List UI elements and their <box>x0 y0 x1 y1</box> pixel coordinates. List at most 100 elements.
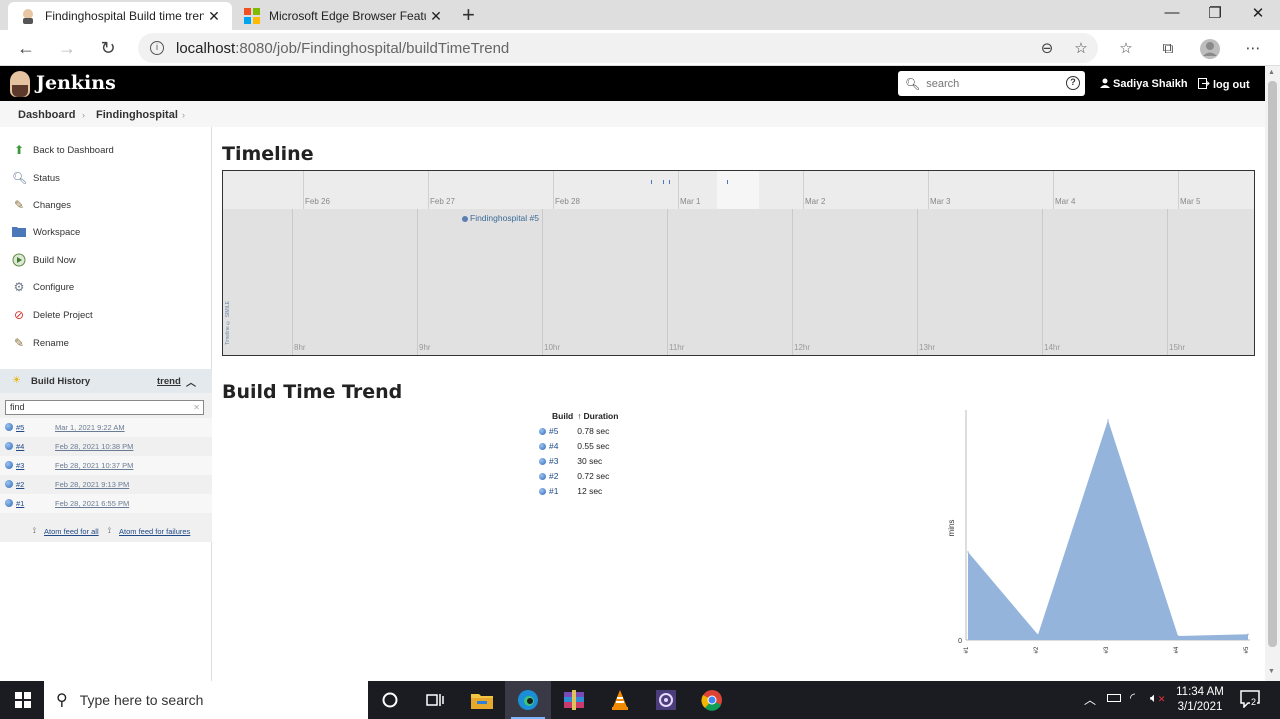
sidebar-item-build-now[interactable]: Build Now <box>12 252 76 268</box>
duration-cell: 30 sec <box>577 455 603 466</box>
zoom-icon[interactable]: ⊖ <box>1036 38 1058 60</box>
collections-icon[interactable]: ⧉ <box>1157 38 1179 60</box>
taskbar-search-box[interactable]: ⚲ Type here to search <box>44 681 368 719</box>
timeline-hour-label: 12hr <box>794 343 811 352</box>
help-icon[interactable]: ? <box>1066 76 1080 90</box>
timeline-day-tick <box>1053 171 1054 209</box>
x-tick-label: #1 <box>964 646 970 653</box>
vlc-icon[interactable] <box>597 681 643 719</box>
logout-link[interactable]: log out <box>1198 78 1250 91</box>
forward-button[interactable]: → <box>55 36 79 60</box>
duration-cell: 0.55 sec <box>577 440 610 451</box>
timeline-hour-line <box>417 209 418 355</box>
address-bar[interactable]: i localhost:8080/job/Findinghospital/bui… <box>138 33 1098 63</box>
refresh-button[interactable]: ↻ <box>96 36 120 60</box>
clear-filter-icon[interactable]: ✕ <box>193 401 200 414</box>
sidebar-item-back-to-dashboard[interactable]: ⬆ Back to Dashboard <box>12 142 114 158</box>
magnifier-icon: 🔍︎ <box>12 171 28 185</box>
atom-feeds: ⟟ Atom feed for all ⟟ Atom feed for fail… <box>0 519 212 542</box>
breadcrumb-findinghospital[interactable]: Findinghospital <box>96 109 178 121</box>
edge-browser-icon[interactable] <box>505 681 551 719</box>
timeline-event-build-5[interactable]: Findinghospital #5 <box>462 213 539 223</box>
column-header-build[interactable]: Build <box>539 411 575 422</box>
back-button[interactable]: ← <box>14 36 38 60</box>
close-tab-icon[interactable]: ✕ <box>204 8 224 25</box>
cortana-icon[interactable] <box>367 681 413 719</box>
volume-muted-icon[interactable]: 🔈︎✕ <box>1150 690 1165 706</box>
system-clock[interactable]: 11:34 AM 3/1/2021 <box>1170 685 1230 715</box>
timeline-day-tick <box>678 171 679 209</box>
build-history-row[interactable]: #5 Mar 1, 2021 9:22 AM <box>0 418 212 437</box>
sidebar-item-delete-project[interactable]: ⊘ Delete Project <box>12 307 93 323</box>
table-row: #1 12 sec <box>539 484 620 497</box>
build-duration-table: Build ↑ Duration #5 0.78 sec #4 0.55 sec … <box>537 409 622 499</box>
build-history-row[interactable]: #1 Feb 28, 2021 6:55 PM <box>0 494 212 513</box>
breadcrumb-separator-icon[interactable]: › <box>182 110 185 120</box>
restore-window-button[interactable]: ❐ <box>1200 4 1230 22</box>
site-info-icon[interactable]: i <box>150 41 164 55</box>
jenkins-title[interactable]: Jenkins <box>36 72 116 94</box>
chrome-icon[interactable] <box>689 681 735 719</box>
table-row: #4 0.55 sec <box>539 439 620 452</box>
scroll-down-icon[interactable]: ▼ <box>1268 668 1275 675</box>
build-history-row[interactable]: #2 Feb 28, 2021 9:13 PM <box>0 475 212 494</box>
battery-icon[interactable] <box>1107 694 1121 702</box>
close-tab-icon[interactable]: ✕ <box>426 8 446 25</box>
sidebar-item-changes[interactable]: ✎ Changes <box>12 197 71 213</box>
sidebar-item-workspace[interactable]: Workspace <box>12 224 80 240</box>
build-link[interactable]: #4 <box>549 441 558 451</box>
atom-feed-all-link[interactable]: Atom feed for all <box>44 527 99 536</box>
x-tick-label: #3 <box>1104 646 1110 653</box>
close-window-button[interactable]: ✕ <box>1243 4 1273 22</box>
sidebar-item-rename[interactable]: ✎ Rename <box>12 335 69 351</box>
minimize-window-button[interactable]: — <box>1157 4 1187 21</box>
page-scrollbar[interactable]: ▲ ▼ <box>1265 66 1280 681</box>
build-link[interactable]: #1 <box>549 486 558 496</box>
start-button[interactable] <box>0 681 46 719</box>
atom-feed-failures-link[interactable]: Atom feed for failures <box>119 527 190 536</box>
notepad-icon: ✎ <box>13 336 25 350</box>
new-tab-button[interactable]: + <box>462 4 475 26</box>
notifications-icon[interactable]: 2 <box>1240 690 1260 709</box>
jenkins-logo-icon[interactable] <box>10 71 30 97</box>
more-options-icon[interactable]: ⋯ <box>1242 38 1264 60</box>
timeline-widget[interactable]: Feb 26 Feb 27 Feb 28 Mar 1 Mar 2 Mar 3 M… <box>222 170 1255 356</box>
blue-ball-status-icon <box>5 480 13 488</box>
build-history-title: Build History <box>31 376 91 387</box>
column-header-duration[interactable]: ↑ Duration <box>577 411 620 422</box>
scroll-up-icon[interactable]: ▲ <box>1268 69 1275 76</box>
network-icon[interactable]: ◜ <box>1130 690 1135 706</box>
tab-build-time-trend[interactable]: Findinghospital Build time trend ✕ <box>8 2 232 30</box>
blue-ball-status-icon <box>539 457 546 465</box>
show-hidden-icons-chevron-icon[interactable]: ︿ <box>1084 691 1096 708</box>
scrollbar-thumb[interactable] <box>1268 81 1277 647</box>
winrar-icon[interactable] <box>551 681 597 719</box>
add-favorite-icon[interactable]: ☆ <box>1070 38 1092 60</box>
collapse-chevron-icon[interactable]: ︿ <box>186 374 196 389</box>
build-history-row[interactable]: #4 Feb 28, 2021 10:38 PM <box>0 437 212 456</box>
trend-link[interactable]: trend <box>157 376 181 387</box>
y-axis-label: mins <box>947 520 956 537</box>
build-time-trend-heading: Build Time Trend <box>222 381 403 403</box>
build-history-row[interactable]: #3 Feb 28, 2021 10:37 PM <box>0 456 212 475</box>
favorites-icon[interactable]: ☆ <box>1115 38 1137 60</box>
build-filter-input[interactable]: find ✕ <box>5 400 204 415</box>
task-view-icon[interactable] <box>412 681 458 719</box>
timeline-day-band[interactable]: Feb 26 Feb 27 Feb 28 Mar 1 Mar 2 Mar 3 M… <box>223 171 1254 209</box>
breadcrumb-dashboard[interactable]: Dashboard <box>18 109 75 121</box>
search-input[interactable] <box>926 77 1057 90</box>
profile-avatar-icon[interactable] <box>1199 38 1221 60</box>
tab-edge-features[interactable]: Microsoft Edge Browser Features ✕ <box>232 2 454 30</box>
user-link[interactable]: Sadiya Shaikh <box>1100 78 1188 90</box>
file-explorer-icon[interactable] <box>459 681 505 719</box>
build-link[interactable]: #3 <box>549 456 558 466</box>
tab-title: Findinghospital Build time trend <box>45 9 204 23</box>
sidebar-item-status[interactable]: 🔍︎ Status <box>12 170 60 186</box>
settings-app-icon[interactable] <box>643 681 689 719</box>
build-link[interactable]: #5 <box>549 426 558 436</box>
build-link[interactable]: #2 <box>549 471 558 481</box>
sidebar-item-configure[interactable]: ⚙ Configure <box>12 279 75 295</box>
x-tick-label: #2 <box>1034 646 1040 653</box>
timeline-hour-label: 13hr <box>919 343 936 352</box>
timeline-hour-label: 14hr <box>1044 343 1061 352</box>
